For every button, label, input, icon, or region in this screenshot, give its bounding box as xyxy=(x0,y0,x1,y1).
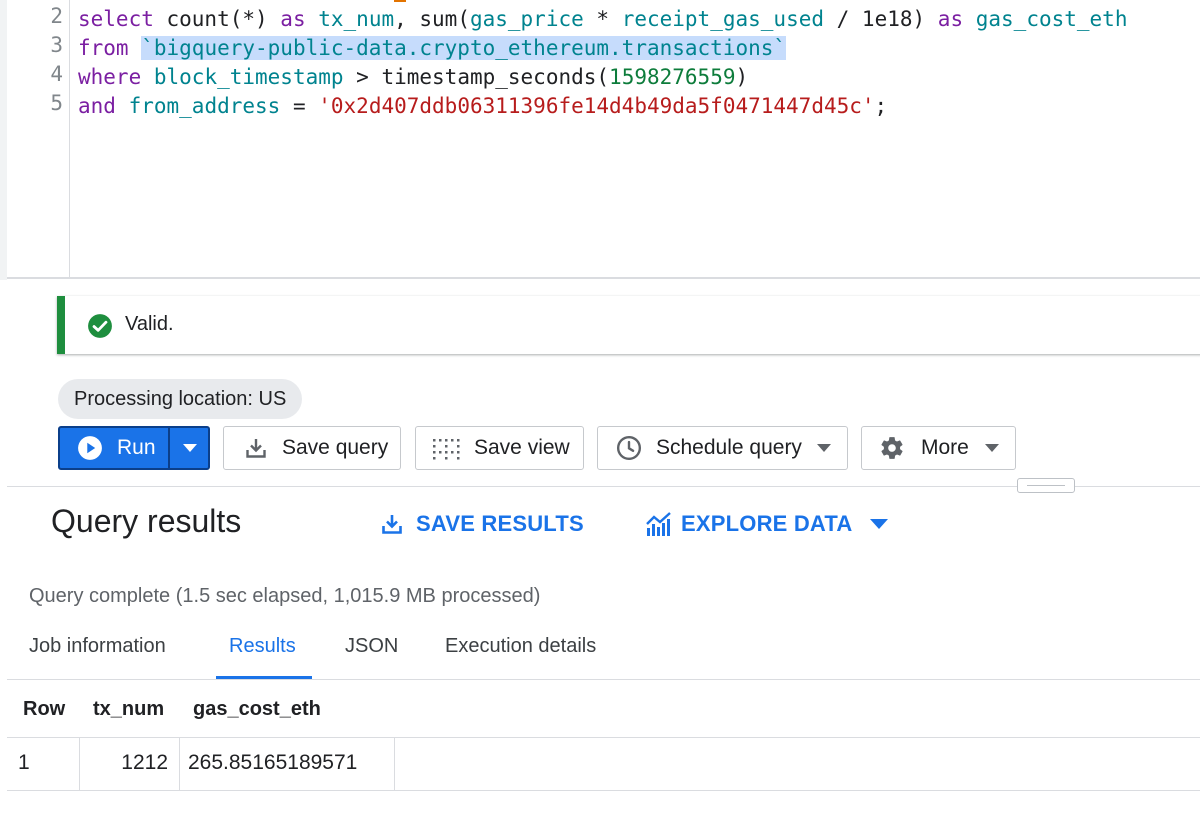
caret-down-icon xyxy=(870,519,889,529)
keyword: and xyxy=(78,94,116,118)
identifier: receipt_gas_used xyxy=(621,7,824,31)
save-results-button[interactable]: SAVE RESULTS xyxy=(380,508,584,540)
save-results-label: SAVE RESULTS xyxy=(416,511,584,536)
play-icon xyxy=(77,435,103,461)
download-icon xyxy=(380,512,404,536)
caret-down-icon xyxy=(183,444,197,452)
gear-icon xyxy=(879,435,905,461)
results-table: Row tx_num gas_cost_eth 1 1212 265.85165… xyxy=(7,680,1200,818)
identifier: gas_cost_eth xyxy=(975,7,1128,31)
more-button[interactable]: More xyxy=(861,426,1016,470)
table-row-divider xyxy=(7,790,1200,791)
keyword: select xyxy=(78,7,154,31)
line-number-gutter: 2 3 4 5 xyxy=(7,0,70,277)
save-view-label: Save view xyxy=(474,436,570,459)
keyword: from xyxy=(78,36,129,60)
line-number: 5 xyxy=(50,91,63,115)
cell-divider xyxy=(394,738,395,790)
more-label: More xyxy=(921,436,969,459)
line-number: 4 xyxy=(50,62,63,86)
identifier: block_timestamp xyxy=(153,65,344,89)
code-text: > timestamp_seconds( xyxy=(343,65,610,89)
validator-message: Valid. xyxy=(125,313,174,335)
line-number: 2 xyxy=(50,4,63,28)
code-line-4: where block_timestamp > timestamp_second… xyxy=(78,63,748,92)
identifier: tx_num xyxy=(318,7,395,31)
query-validator: Valid. xyxy=(57,296,1200,354)
schedule-query-button[interactable]: Schedule query xyxy=(597,426,848,470)
code-text: * xyxy=(583,7,622,31)
code-text: ) xyxy=(735,65,749,89)
clock-icon xyxy=(616,435,642,461)
cell-divider xyxy=(179,738,180,790)
dot-grid-icon xyxy=(432,436,460,460)
column-header-gas-cost-eth: gas_cost_eth xyxy=(193,698,321,720)
column-header-row: Row xyxy=(23,698,66,720)
line-number: 3 xyxy=(50,33,63,57)
identifier: gas_price xyxy=(469,7,584,31)
results-title: Query results xyxy=(51,503,242,539)
caret-down-icon xyxy=(816,444,831,452)
download-icon xyxy=(244,436,268,460)
schedule-query-label: Schedule query xyxy=(656,436,802,459)
run-divider xyxy=(168,428,170,468)
tab-json[interactable]: JSON xyxy=(345,635,398,658)
tab-results[interactable]: Results xyxy=(229,635,296,658)
caret-down-icon xyxy=(984,444,999,452)
column-header-tx-num: tx_num xyxy=(93,698,165,720)
sql-editor[interactable]: 2 3 4 5 select count(*) as tx_num, sum(g… xyxy=(0,0,1200,280)
code-line-5: and from_address = '0x2d407ddb06311396fe… xyxy=(78,92,887,121)
save-query-label: Save query xyxy=(282,436,389,459)
selected-table-reference[interactable]: `bigquery-public-data.crypto_ethereum.tr… xyxy=(141,36,787,60)
code-text: / 1e18) xyxy=(824,7,938,31)
code-text: count(*) xyxy=(153,7,281,31)
save-view-button[interactable]: Save view xyxy=(415,426,584,470)
match-highlight-mark xyxy=(394,0,406,2)
identifier: from_address xyxy=(128,94,281,118)
chart-icon xyxy=(645,511,673,537)
run-options-dropdown[interactable] xyxy=(171,428,209,468)
save-query-button[interactable]: Save query xyxy=(223,426,401,470)
explore-data-button[interactable]: EXPLORE DATA xyxy=(645,508,889,540)
keyword: where xyxy=(78,65,142,89)
code-text: ; xyxy=(874,94,888,118)
run-button[interactable]: Run xyxy=(60,428,168,468)
code-line-2: select count(*) as tx_num, sum(gas_price… xyxy=(78,5,1127,34)
cell-row-number: 1 xyxy=(18,751,30,774)
code-text: , sum( xyxy=(394,7,470,31)
cell-tx-num: 1212 xyxy=(121,751,168,774)
string-literal: '0x2d407ddb06311396fe14d4b49da5f0471447d… xyxy=(318,94,875,118)
explore-data-label: EXPLORE DATA xyxy=(681,511,853,536)
tab-execution-details[interactable]: Execution details xyxy=(445,635,596,658)
number-literal: 1598276559 xyxy=(609,65,736,89)
query-status: Query complete (1.5 sec elapsed, 1,015.9… xyxy=(29,585,541,607)
panel-resize-handle[interactable] xyxy=(1017,478,1075,493)
processing-location-chip[interactable]: Processing location: US xyxy=(58,379,303,419)
check-circle-icon xyxy=(87,313,112,338)
code-text: = xyxy=(280,94,319,118)
run-button-group: Run xyxy=(58,426,210,470)
cell-gas-cost-eth: 265.85165189571 xyxy=(188,751,358,774)
editor-divider xyxy=(7,277,1200,279)
tab-job-information[interactable]: Job information xyxy=(29,635,166,658)
code-line-3: from `bigquery-public-data.crypto_ethere… xyxy=(78,34,787,63)
run-label: Run xyxy=(117,436,156,459)
keyword: as xyxy=(280,7,306,31)
table-header-divider xyxy=(7,737,1200,738)
keyword: as xyxy=(937,7,964,31)
